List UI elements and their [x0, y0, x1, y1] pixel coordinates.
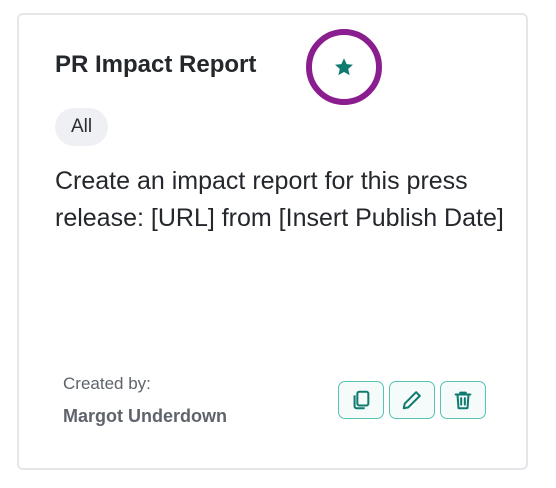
card-actions — [338, 381, 486, 419]
delete-button[interactable] — [440, 381, 486, 419]
created-by-label: Created by: — [63, 374, 151, 393]
card-description: Create an impact report for this press r… — [55, 167, 504, 232]
category-tag[interactable]: All — [55, 108, 109, 146]
trash-icon — [454, 391, 472, 410]
creator-name: Margot Underdown — [63, 406, 227, 426]
star-icon — [335, 58, 353, 76]
creator-info: Created by: Margot Underdown — [63, 372, 227, 428]
copy-icon — [353, 390, 370, 410]
favorite-button[interactable] — [306, 29, 382, 105]
copy-button[interactable] — [338, 381, 384, 419]
pencil-icon — [402, 391, 421, 410]
prompt-card: PR Impact Report All Create an impact re… — [17, 13, 528, 470]
edit-button[interactable] — [389, 381, 435, 419]
card-title: PR Impact Report — [55, 51, 257, 78]
card-header: PR Impact Report — [55, 51, 256, 79]
